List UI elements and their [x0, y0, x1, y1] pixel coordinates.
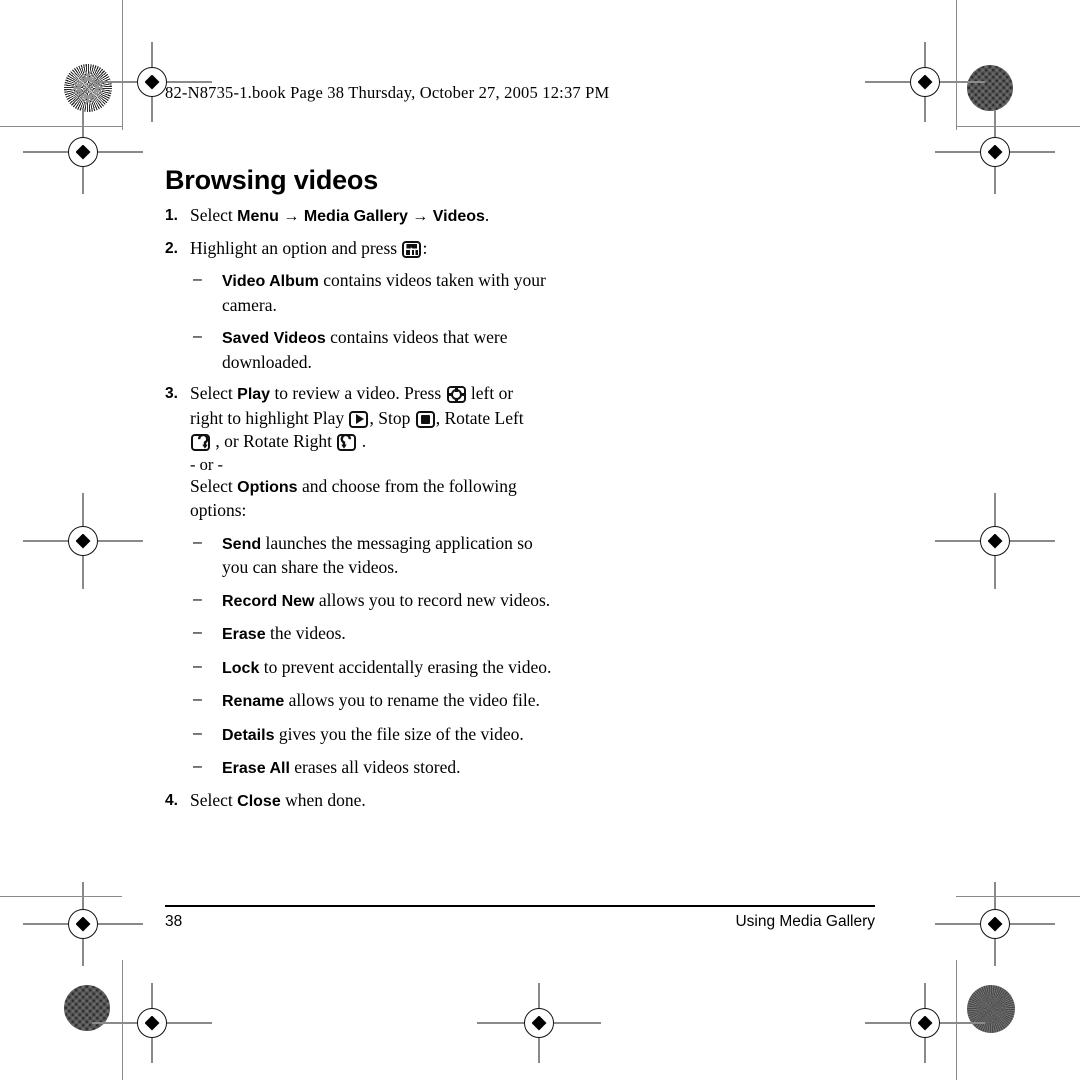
step-alternative-text: Select Options and choose from the follo… — [190, 475, 535, 523]
registration-starburst-top-left — [64, 64, 112, 112]
body-text: Select — [190, 475, 238, 496]
sub-list-item: – Rename allows you to rename the video f… — [190, 689, 552, 714]
step-text: Select Play to review a video. Press lef… — [190, 382, 535, 454]
ui-term: Videos — [432, 208, 485, 225]
dash-bullet-icon: – — [193, 533, 202, 551]
procedure-step: 3. Select Play to review a video. Press l… — [165, 382, 875, 781]
page-title: Browsing videos — [165, 165, 379, 195]
registration-halftone-top-right — [967, 65, 1013, 111]
registration-starburst-bottom-right — [967, 985, 1015, 1033]
body-text: Select — [190, 205, 238, 225]
body-text: Select — [190, 383, 238, 403]
procedure-step: 2. Highlight an option and press : – Video … — [165, 237, 875, 375]
body-text: Select — [190, 789, 238, 810]
step-sub-list: – Send launches the messaging application… — [190, 532, 875, 781]
body-text: the videos. — [265, 623, 346, 643]
stop-key-icon — [415, 410, 435, 428]
trim-line-bottom-right — [956, 896, 1080, 898]
footer-section-title: Using Media Gallery — [735, 913, 875, 930]
body-text: : — [422, 237, 428, 258]
navigation-key-icon — [446, 386, 466, 403]
sub-list-item: – Erase the videos. — [190, 622, 552, 647]
ui-term: Erase — [222, 626, 266, 643]
procedure-step: 4. Select Close when done. — [165, 789, 875, 814]
body-text: allows you to rename the video file. — [284, 690, 540, 710]
trim-line-right-lower — [956, 960, 958, 1080]
body-text: , Rotate Left — [435, 407, 524, 428]
ui-term: Details — [222, 726, 275, 744]
registration-halftone-bottom-left — [64, 985, 110, 1031]
dash-bullet-icon: – — [193, 758, 202, 775]
step-text: Highlight an option and press : — [190, 237, 535, 261]
ui-term: Record New — [222, 592, 315, 610]
rotate-left-key-icon — [191, 434, 210, 451]
dash-bullet-icon: – — [193, 624, 202, 641]
step-number: 1. — [165, 207, 178, 224]
ok-key-icon — [402, 240, 422, 258]
ui-term: Close — [237, 792, 281, 810]
dash-bullet-icon: – — [193, 328, 202, 345]
body-text: to prevent accidentally erasing the vide… — [259, 656, 552, 677]
body-text: allows you to record new videos. — [314, 589, 551, 610]
arrow-separator: → — [278, 208, 304, 225]
trim-line-right — [956, 0, 958, 130]
dash-bullet-icon: – — [193, 724, 202, 742]
sub-list-item: – Saved Videos contains videos that were … — [190, 326, 552, 374]
book-header-line: 82-N8735-1.book Page 38 Thursday, Octobe… — [165, 83, 610, 102]
ui-term: Lock — [222, 659, 260, 677]
body-text: launches the messaging application so yo… — [222, 532, 533, 578]
step-text: Select Close when done. — [190, 789, 535, 814]
body-text: . — [357, 431, 367, 451]
rotate-right-key-icon — [337, 434, 357, 451]
body-text: to review a video. Press — [270, 383, 446, 403]
body-text: when done. — [280, 789, 366, 810]
trim-line-top-right — [956, 126, 1080, 128]
ui-term: Video Album — [222, 273, 319, 290]
ui-term: Options — [237, 478, 298, 496]
ui-term: Saved Videos — [222, 330, 326, 347]
procedure-step: 1. Select Menu → Media Gallery → Videos. — [165, 204, 875, 229]
dash-bullet-icon: – — [193, 590, 202, 608]
body-text: Highlight an option and press — [190, 237, 402, 258]
body-text: gives you the file size of the video. — [274, 723, 524, 744]
play-key-icon — [349, 410, 369, 428]
printed-page: 82-N8735-1.book Page 38 Thursday, Octobe… — [0, 0, 1080, 1080]
body-text: , or Rotate Right — [211, 431, 337, 451]
footer-page-number: 38 — [165, 913, 183, 930]
page-footer: 38 Using Media Gallery — [165, 905, 875, 931]
trim-line-left-lower — [122, 960, 124, 1080]
sub-list-item: – Erase All erases all videos stored. — [190, 756, 552, 781]
body-text: erases all videos stored. — [289, 757, 461, 777]
ui-term: Menu — [237, 208, 279, 225]
step-number: 3. — [165, 385, 178, 402]
procedure-steps: 1. Select Menu → Media Gallery → Videos. 2… — [165, 204, 875, 813]
ui-term: Send — [222, 535, 262, 553]
dash-bullet-icon: – — [193, 691, 202, 708]
sub-list-item: – Record New allows you to record new vid… — [190, 589, 552, 614]
sub-list-item: – Details gives you the file size of the … — [190, 723, 552, 748]
step-number: 4. — [165, 791, 178, 809]
ui-term: Rename — [222, 693, 285, 710]
body-text: . — [484, 205, 490, 225]
page-content: 82-N8735-1.book Page 38 Thursday, Octobe… — [165, 60, 875, 813]
arrow-separator: → — [407, 208, 433, 225]
ui-term: Media Gallery — [303, 208, 408, 225]
ui-term: Erase All — [222, 760, 290, 777]
sub-list-item: – Video Album contains videos taken with … — [190, 269, 552, 317]
step-sub-list: – Video Album contains videos taken with … — [190, 269, 875, 374]
trim-line-top-left — [0, 126, 122, 128]
sub-list-item: – Lock to prevent accidentally erasing th… — [190, 656, 552, 681]
ui-term: Play — [237, 386, 271, 403]
step-number: 2. — [165, 239, 178, 257]
trim-line-bottom-left — [0, 896, 122, 898]
step-text: Select Menu → Media Gallery → Videos. — [190, 204, 535, 229]
alternative-separator: - or - — [190, 454, 223, 474]
dash-bullet-icon: – — [193, 271, 202, 288]
body-text: , Stop — [369, 407, 415, 428]
dash-bullet-icon: – — [193, 657, 202, 675]
trim-line-left — [122, 0, 124, 130]
sub-list-item: – Send launches the messaging application… — [190, 532, 552, 580]
